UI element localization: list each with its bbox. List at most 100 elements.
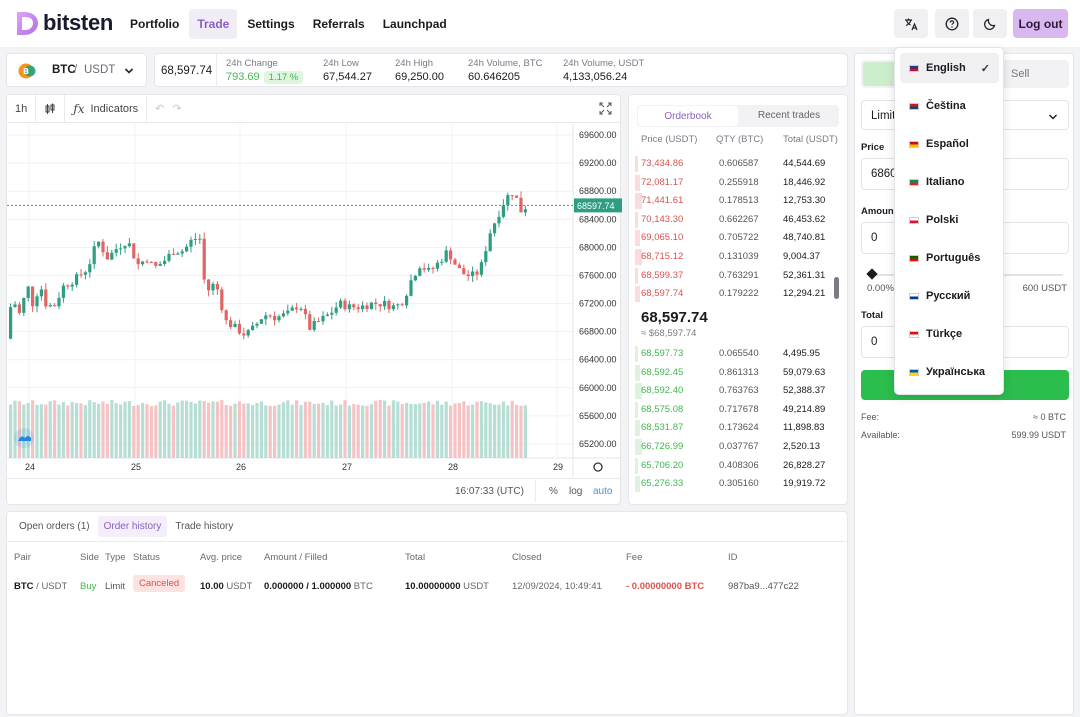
candle-body (242, 333, 246, 336)
tab-orderbook[interactable]: Orderbook (638, 106, 738, 126)
available-value: 599.99 USDT (1011, 430, 1066, 440)
volume-bar (347, 405, 351, 458)
bid-depth-bar (635, 346, 638, 362)
col-pair: Pair (14, 552, 31, 563)
undo-icon[interactable]: ↶ (155, 102, 172, 115)
amount-value: 0 (871, 232, 878, 244)
language-option[interactable]: English ✓ (900, 53, 999, 83)
percent-toggle[interactable]: % (549, 486, 558, 497)
high-label: 24h High (395, 58, 434, 69)
price-chart[interactable]: 69600.00 69200.00 68800.00 68400.00 68000.00… (7, 124, 622, 478)
nav-portfolio[interactable]: Portfolio (122, 9, 187, 39)
brand-logo[interactable]: bitsten (14, 9, 113, 37)
ask-qty: 0.662267 (719, 213, 759, 225)
nav-referrals[interactable]: Referrals (305, 9, 373, 39)
help-button[interactable] (935, 9, 969, 38)
tab-order-history[interactable]: Order history (97, 516, 168, 537)
volume-bar (321, 402, 325, 458)
bid-row[interactable]: 68,575.08 0.717678 49,214.89 (629, 401, 849, 419)
language-option[interactable]: Русский (900, 281, 999, 311)
ask-row[interactable]: 69,065.10 0.705722 48,740.81 (629, 229, 849, 247)
candle-body (101, 241, 105, 253)
auto-toggle[interactable]: auto (593, 486, 612, 497)
chart-type-button[interactable] (36, 94, 66, 123)
bid-price: 65,276.33 (641, 478, 684, 490)
change-value: 793.69 1.17 % (226, 71, 304, 84)
indicators-button[interactable]: ƒx Indicators (65, 94, 148, 123)
undo-redo[interactable]: ↶ ↷ (147, 95, 197, 123)
theme-button[interactable] (973, 9, 1007, 38)
ask-row[interactable]: 72,081.17 0.255918 18,446.92 (629, 174, 849, 192)
volume-bar (246, 403, 250, 458)
pair-selector[interactable]: B BTC / USDT (6, 53, 147, 87)
tab-open-orders[interactable]: Open orders (1) (13, 516, 96, 537)
language-option[interactable]: Türkçe (900, 319, 999, 349)
volume-bar (114, 403, 118, 458)
last-price: 68,597.74 (161, 65, 213, 77)
bid-row[interactable]: 66,726.99 0.037767 2,520.13 (629, 438, 849, 456)
ask-qty: 0.763291 (719, 269, 759, 281)
ask-row[interactable]: 73,434.86 0.606587 44,544.69 (629, 155, 849, 173)
candle-body (431, 267, 435, 269)
language-option[interactable]: Čeština (900, 91, 999, 121)
redo-icon[interactable]: ↷ (172, 102, 189, 115)
tab-recent-trades[interactable]: Recent trades (739, 105, 839, 127)
candle-body (409, 280, 413, 296)
volume-bar (75, 403, 79, 458)
volume-bar (281, 402, 285, 458)
ask-row[interactable]: 68,599.37 0.763291 52,361.31 (629, 267, 849, 285)
slider-handle[interactable] (866, 268, 878, 280)
language-button[interactable] (894, 9, 928, 38)
candle-body (9, 307, 13, 339)
bid-total: 52,388.37 (783, 385, 826, 397)
volume-bar (136, 405, 140, 458)
logout-button[interactable]: Log out (1013, 9, 1068, 38)
volume-bar (141, 403, 145, 458)
sell-tab[interactable]: Sell (1011, 68, 1029, 80)
language-option[interactable]: Português (900, 243, 999, 273)
ask-depth-bar (635, 211, 638, 228)
brand-name: bitsten (43, 10, 114, 35)
nav-launchpad[interactable]: Launchpad (375, 9, 455, 39)
log-toggle[interactable]: log (569, 486, 582, 497)
ask-depth-bar (635, 156, 638, 172)
nav-trade[interactable]: Trade (189, 9, 238, 39)
chart-panel: 1h ƒx Indicators ↶ ↷ 69600.00 69200.00 6880… (6, 94, 622, 505)
row-amount: 0.000000 / 1.000000 (264, 581, 352, 592)
interval-button[interactable]: 1h (7, 94, 37, 123)
bid-row[interactable]: 68,592.40 0.763763 52,388.37 (629, 382, 849, 400)
volume-bar (251, 405, 255, 458)
volume-bar (383, 400, 387, 458)
language-option[interactable]: Italiano (900, 167, 999, 197)
candle-body (202, 238, 206, 280)
ask-row[interactable]: 68,715.12 0.131039 9,004.37 (629, 248, 849, 266)
candle-body (273, 316, 277, 321)
language-option[interactable]: Español (900, 129, 999, 159)
ask-row[interactable]: 70,143.30 0.662267 46,453.62 (629, 211, 849, 229)
fullscreen-button[interactable] (599, 102, 612, 118)
vol-btc-label: 24h Volume, BTC (468, 58, 543, 69)
bid-qty: 0.763763 (719, 385, 759, 397)
bid-row[interactable]: 68,531.87 0.173624 11,898.83 (629, 419, 849, 437)
ask-price: 73,434.86 (641, 158, 684, 169)
candle-body (189, 239, 193, 247)
bid-row[interactable]: 65,276.33 0.305160 19,919.72 (629, 475, 849, 493)
volume-bar (391, 400, 395, 458)
candle-body (352, 304, 356, 308)
ask-row[interactable]: 71,441.61 0.178513 12,753.30 (629, 192, 849, 210)
ob-scrollbar[interactable] (834, 277, 839, 299)
tab-trade-history[interactable]: Trade history (169, 516, 239, 537)
ask-row[interactable]: 68,597.74 0.179222 12,294.21 (629, 285, 849, 303)
language-option[interactable]: Українська (900, 357, 999, 387)
language-option[interactable]: Polski (900, 205, 999, 235)
bid-row[interactable]: 68,592.45 0.861313 59,079.63 (629, 364, 849, 382)
bid-row[interactable]: 65,706.20 0.408306 26,828.27 (629, 457, 849, 475)
flag-icon (909, 178, 919, 186)
ask-total: 9,004.37 (783, 251, 820, 262)
candle-body (334, 307, 338, 313)
gear-icon[interactable] (593, 462, 603, 472)
candle-body (462, 268, 466, 275)
bid-row[interactable]: 68,597.73 0.065540 4,495.95 (629, 345, 849, 363)
candle-body (141, 261, 145, 265)
nav-settings[interactable]: Settings (239, 9, 302, 39)
